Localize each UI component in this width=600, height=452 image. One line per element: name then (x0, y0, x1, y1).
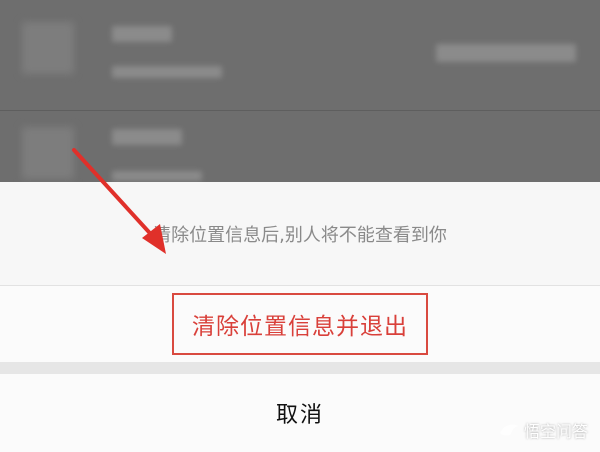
nearby-people-list (0, 0, 600, 222)
avatar (22, 22, 74, 74)
cancel-label: 取消 (275, 403, 324, 428)
clear-location-and-exit-button[interactable]: 清除位置信息并退出 (0, 286, 600, 362)
avatar (22, 127, 74, 179)
blurred-name (112, 26, 172, 42)
watermark: 悟空问答 (498, 418, 588, 442)
sheet-divider (0, 362, 600, 374)
watermark-text: 悟空问答 (523, 422, 588, 441)
list-item (0, 0, 600, 111)
sheet-message-text: 清除位置信息后,别人将不能查看到你 (153, 224, 447, 246)
action-sheet: 清除位置信息后,别人将不能查看到你 清除位置信息并退出 取消 (0, 182, 600, 452)
clear-location-and-exit-label: 清除位置信息并退出 (172, 293, 428, 355)
blurred-detail (112, 171, 202, 181)
blurred-detail (112, 66, 222, 78)
blurred-name (112, 129, 182, 145)
blurred-distance (436, 44, 576, 62)
bird-icon (499, 424, 518, 436)
sheet-message: 清除位置信息后,别人将不能查看到你 (0, 182, 600, 286)
